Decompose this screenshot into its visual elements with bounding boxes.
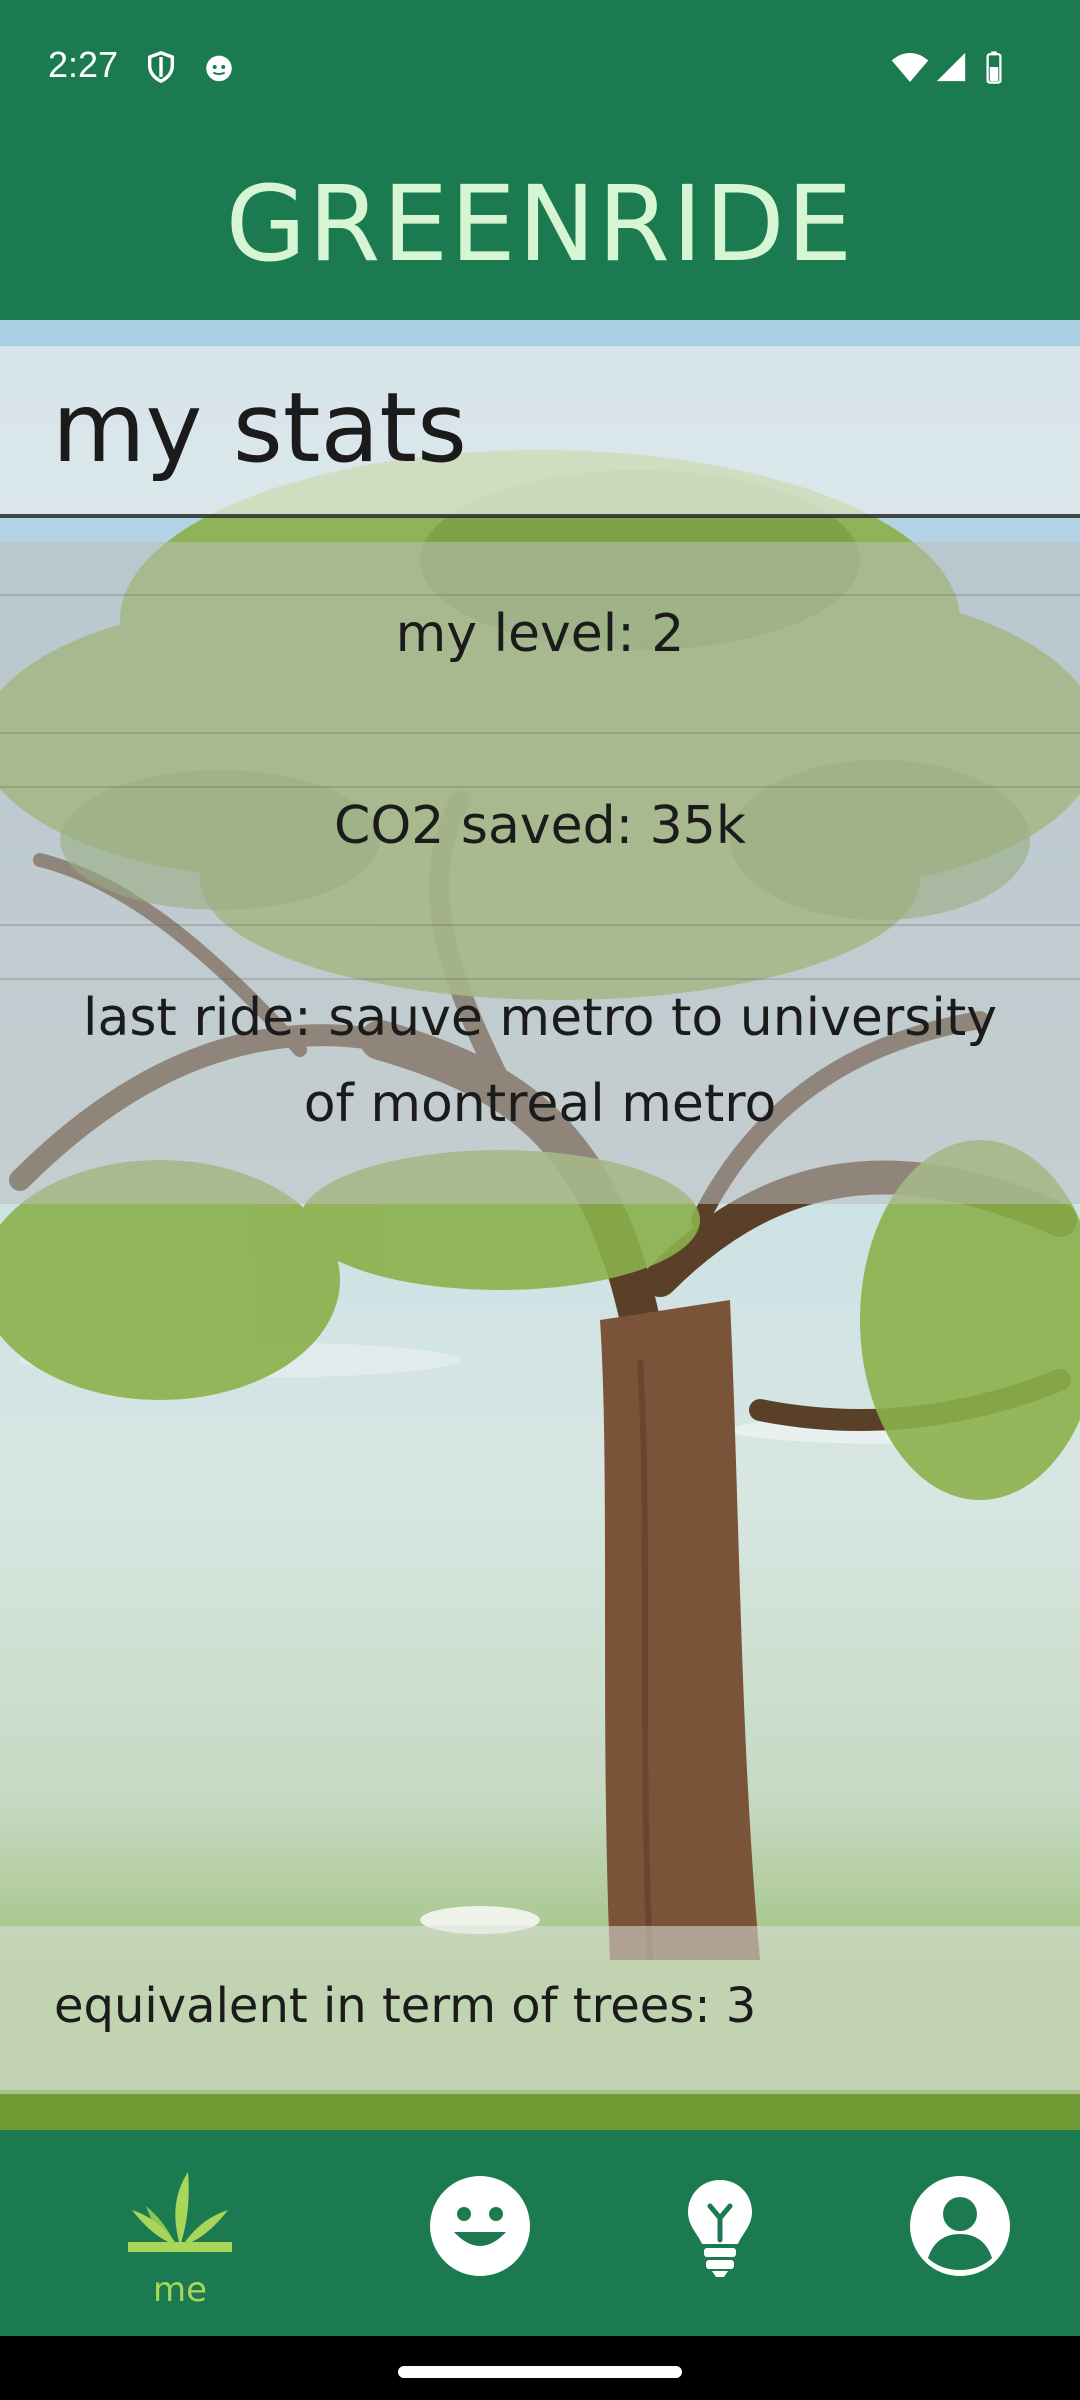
system-nav-bar (0, 2336, 1080, 2400)
title-divider (0, 514, 1080, 518)
bottom-nav: me (0, 2130, 1080, 2336)
nav-label-me: me (152, 2270, 208, 2310)
shield-icon (144, 50, 178, 84)
nav-item-profile[interactable] (860, 2130, 1060, 2336)
battery-icon (984, 50, 1004, 84)
stat-co2-saved: CO2 saved: 35k (334, 796, 746, 856)
smiley-icon (430, 2176, 530, 2280)
page-title: my stats (52, 372, 467, 484)
stat-trees-equivalent: equivalent in term of trees: 3 (54, 1978, 757, 2034)
divider (0, 594, 1080, 596)
lightbulb-icon (684, 2178, 756, 2282)
divider (0, 786, 1080, 788)
status-time: 2:27 (48, 44, 119, 85)
nav-item-mood[interactable] (380, 2130, 580, 2336)
divider (0, 732, 1080, 734)
home-gesture-handle[interactable] (398, 2366, 682, 2378)
account-icon (910, 2176, 1010, 2280)
divider (0, 924, 1080, 926)
nav-item-tips[interactable] (620, 2130, 820, 2336)
wifi-icon (890, 50, 930, 84)
divider (0, 978, 1080, 980)
stat-level: my level: 2 (395, 604, 685, 664)
app-title: GREENRIDE (225, 163, 855, 285)
app-bar: GREENRIDE (0, 136, 1080, 320)
signal-icon (934, 50, 968, 84)
cat-face-icon (202, 50, 236, 84)
sprout-icon (128, 2166, 232, 2256)
status-bar: 2:27 (0, 0, 1080, 136)
stat-last-ride-line-1: last ride: sauve metro to university (83, 988, 997, 1048)
stat-last-ride-line-2: of montreal metro (303, 1074, 777, 1134)
app-root: 2:27 GREENRIDE my stats my level: 2 CO2 … (0, 0, 1080, 2400)
nav-item-me[interactable]: me (80, 2130, 280, 2336)
